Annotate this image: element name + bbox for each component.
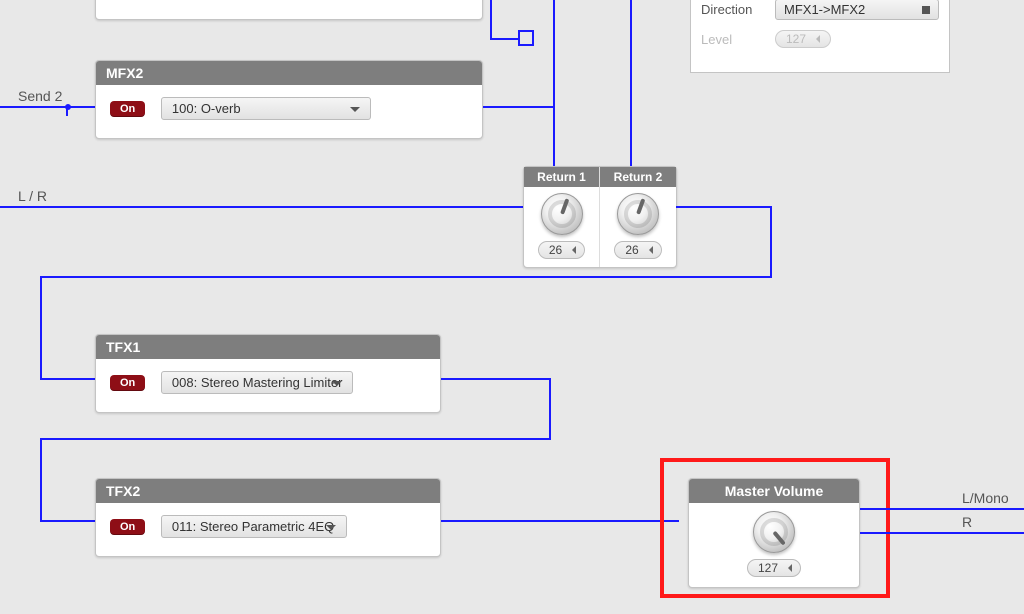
- wire: [40, 276, 42, 380]
- master-title: Master Volume: [689, 479, 859, 503]
- wire: [0, 106, 96, 108]
- tfx1-panel: TFX1 On 008: Stereo Mastering Limiter: [95, 334, 441, 413]
- wire: [553, 0, 555, 168]
- tfx2-preset-value: 011: Stereo Parametric 4EQ: [172, 519, 334, 534]
- master-volume-panel: Master Volume 127: [688, 478, 860, 588]
- wire: [630, 0, 632, 168]
- wire: [490, 0, 492, 38]
- mfx2-on-button[interactable]: On: [110, 101, 145, 117]
- tfx1-preset-value: 008: Stereo Mastering Limiter: [172, 375, 343, 390]
- returns-panel: Return 1 26 Return 2 26: [523, 166, 677, 268]
- wire: [860, 532, 1024, 534]
- return2-label: Return 2: [600, 167, 676, 187]
- lr-label: L / R: [18, 188, 47, 204]
- wire: [483, 106, 555, 108]
- return1-column: Return 1 26: [524, 167, 600, 267]
- tfx2-panel: TFX2 On 011: Stereo Parametric 4EQ: [95, 478, 441, 557]
- master-volume-knob[interactable]: [753, 511, 795, 553]
- tfx2-preset-select[interactable]: 011: Stereo Parametric 4EQ: [161, 515, 347, 538]
- return2-knob[interactable]: [617, 193, 659, 235]
- left-triangle-icon: [568, 246, 576, 254]
- tfx1-preset-select[interactable]: 008: Stereo Mastering Limiter: [161, 371, 354, 394]
- left-triangle-icon: [645, 246, 653, 254]
- wire: [0, 206, 524, 208]
- return1-value: 26: [549, 243, 562, 257]
- wire: [40, 276, 772, 278]
- return2-value: 26: [625, 243, 638, 257]
- wire: [441, 520, 679, 522]
- wire: [549, 378, 551, 440]
- master-value-pill[interactable]: 127: [747, 559, 801, 577]
- wire: [40, 378, 96, 380]
- wire: [860, 508, 1024, 510]
- mfx2-panel: MFX2 On 100: O-verb: [95, 60, 483, 139]
- send2-label: Send 2: [18, 88, 62, 104]
- routing-panel: Direction MFX1->MFX2 Level 127: [690, 0, 950, 73]
- left-triangle-icon: [812, 35, 820, 43]
- wire: [40, 520, 96, 522]
- left-triangle-icon: [784, 564, 792, 572]
- return1-value-pill[interactable]: 26: [538, 241, 585, 259]
- return1-label: Return 1: [524, 167, 599, 187]
- junction-box-icon: [518, 30, 534, 46]
- master-value: 127: [758, 561, 778, 575]
- wire: [490, 38, 520, 40]
- level-value: 127: [786, 32, 806, 46]
- mfx1-panel-partial: [95, 0, 483, 20]
- wire: [66, 106, 68, 116]
- direction-label: Direction: [701, 2, 765, 17]
- wire: [40, 438, 42, 522]
- mfx2-preset-select[interactable]: 100: O-verb: [161, 97, 371, 120]
- wire: [676, 206, 772, 208]
- out-lmono-label: L/Mono: [962, 490, 1009, 506]
- mfx2-title: MFX2: [96, 61, 482, 85]
- tfx1-title: TFX1: [96, 335, 440, 359]
- return2-column: Return 2 26: [600, 167, 676, 267]
- return2-value-pill[interactable]: 26: [614, 241, 661, 259]
- direction-value: MFX1->MFX2: [784, 2, 865, 17]
- tfx1-on-button[interactable]: On: [110, 375, 145, 391]
- wire: [40, 438, 551, 440]
- out-r-label: R: [962, 514, 972, 530]
- level-value-pill: 127: [775, 30, 831, 48]
- direction-row: Direction MFX1->MFX2: [701, 0, 939, 20]
- direction-select[interactable]: MFX1->MFX2: [775, 0, 939, 20]
- mfx2-preset-value: 100: O-verb: [172, 101, 241, 116]
- tfx2-on-button[interactable]: On: [110, 519, 145, 535]
- level-row: Level 127: [701, 30, 939, 48]
- return1-knob[interactable]: [541, 193, 583, 235]
- wire: [770, 206, 772, 278]
- tfx2-title: TFX2: [96, 479, 440, 503]
- wire: [441, 378, 551, 380]
- level-label: Level: [701, 32, 765, 47]
